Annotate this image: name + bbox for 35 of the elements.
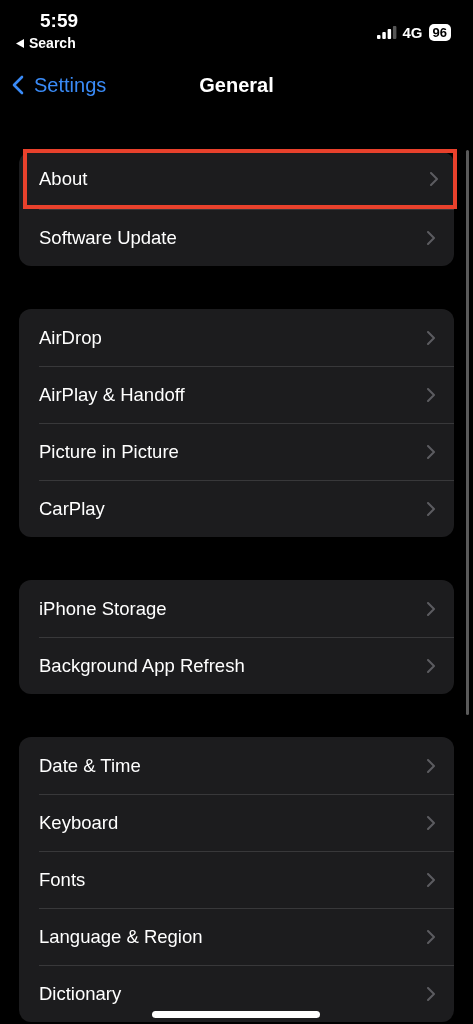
chevron-right-icon — [427, 758, 435, 773]
chevron-right-icon — [427, 601, 435, 616]
chevron-right-icon — [427, 872, 435, 887]
settings-row[interactable]: Dictionary — [19, 965, 454, 1022]
settings-row[interactable]: Software Update — [19, 209, 454, 266]
chevron-right-icon — [427, 230, 435, 245]
settings-row[interactable]: Picture in Picture — [19, 423, 454, 480]
back-to-app-link[interactable]: Search — [29, 35, 76, 51]
chevron-right-icon — [430, 172, 438, 186]
settings-row[interactable]: Date & Time — [19, 737, 454, 794]
battery-level: 96 — [428, 23, 451, 41]
chevron-right-icon — [427, 444, 435, 459]
chevron-left-icon[interactable] — [12, 75, 24, 95]
settings-row[interactable]: Language & Region — [19, 908, 454, 965]
back-button[interactable]: Settings — [0, 73, 107, 97]
settings-row[interactable]: CarPlay — [19, 480, 454, 537]
status-time: 5:59 — [40, 10, 78, 32]
settings-row[interactable]: About — [23, 149, 457, 209]
back-triangle-icon[interactable] — [16, 38, 24, 48]
settings-row[interactable]: Keyboard — [19, 794, 454, 851]
chevron-right-icon — [427, 658, 435, 673]
settings-row[interactable]: Background App Refresh — [19, 637, 454, 694]
signal-icon — [376, 25, 397, 39]
chevron-right-icon — [427, 501, 435, 516]
page-title: General — [199, 73, 274, 97]
chevron-right-icon — [427, 387, 435, 402]
settings-row[interactable]: AirDrop — [19, 309, 454, 366]
chevron-right-icon — [427, 929, 435, 944]
chevron-right-icon — [427, 330, 435, 345]
settings-row[interactable]: iPhone Storage — [19, 580, 454, 637]
settings-row[interactable]: Fonts — [19, 851, 454, 908]
settings-row[interactable]: AirPlay & Handoff — [19, 366, 454, 423]
network-type: 4G — [402, 23, 423, 41]
chevron-right-icon — [427, 986, 435, 1001]
chevron-right-icon — [427, 815, 435, 830]
